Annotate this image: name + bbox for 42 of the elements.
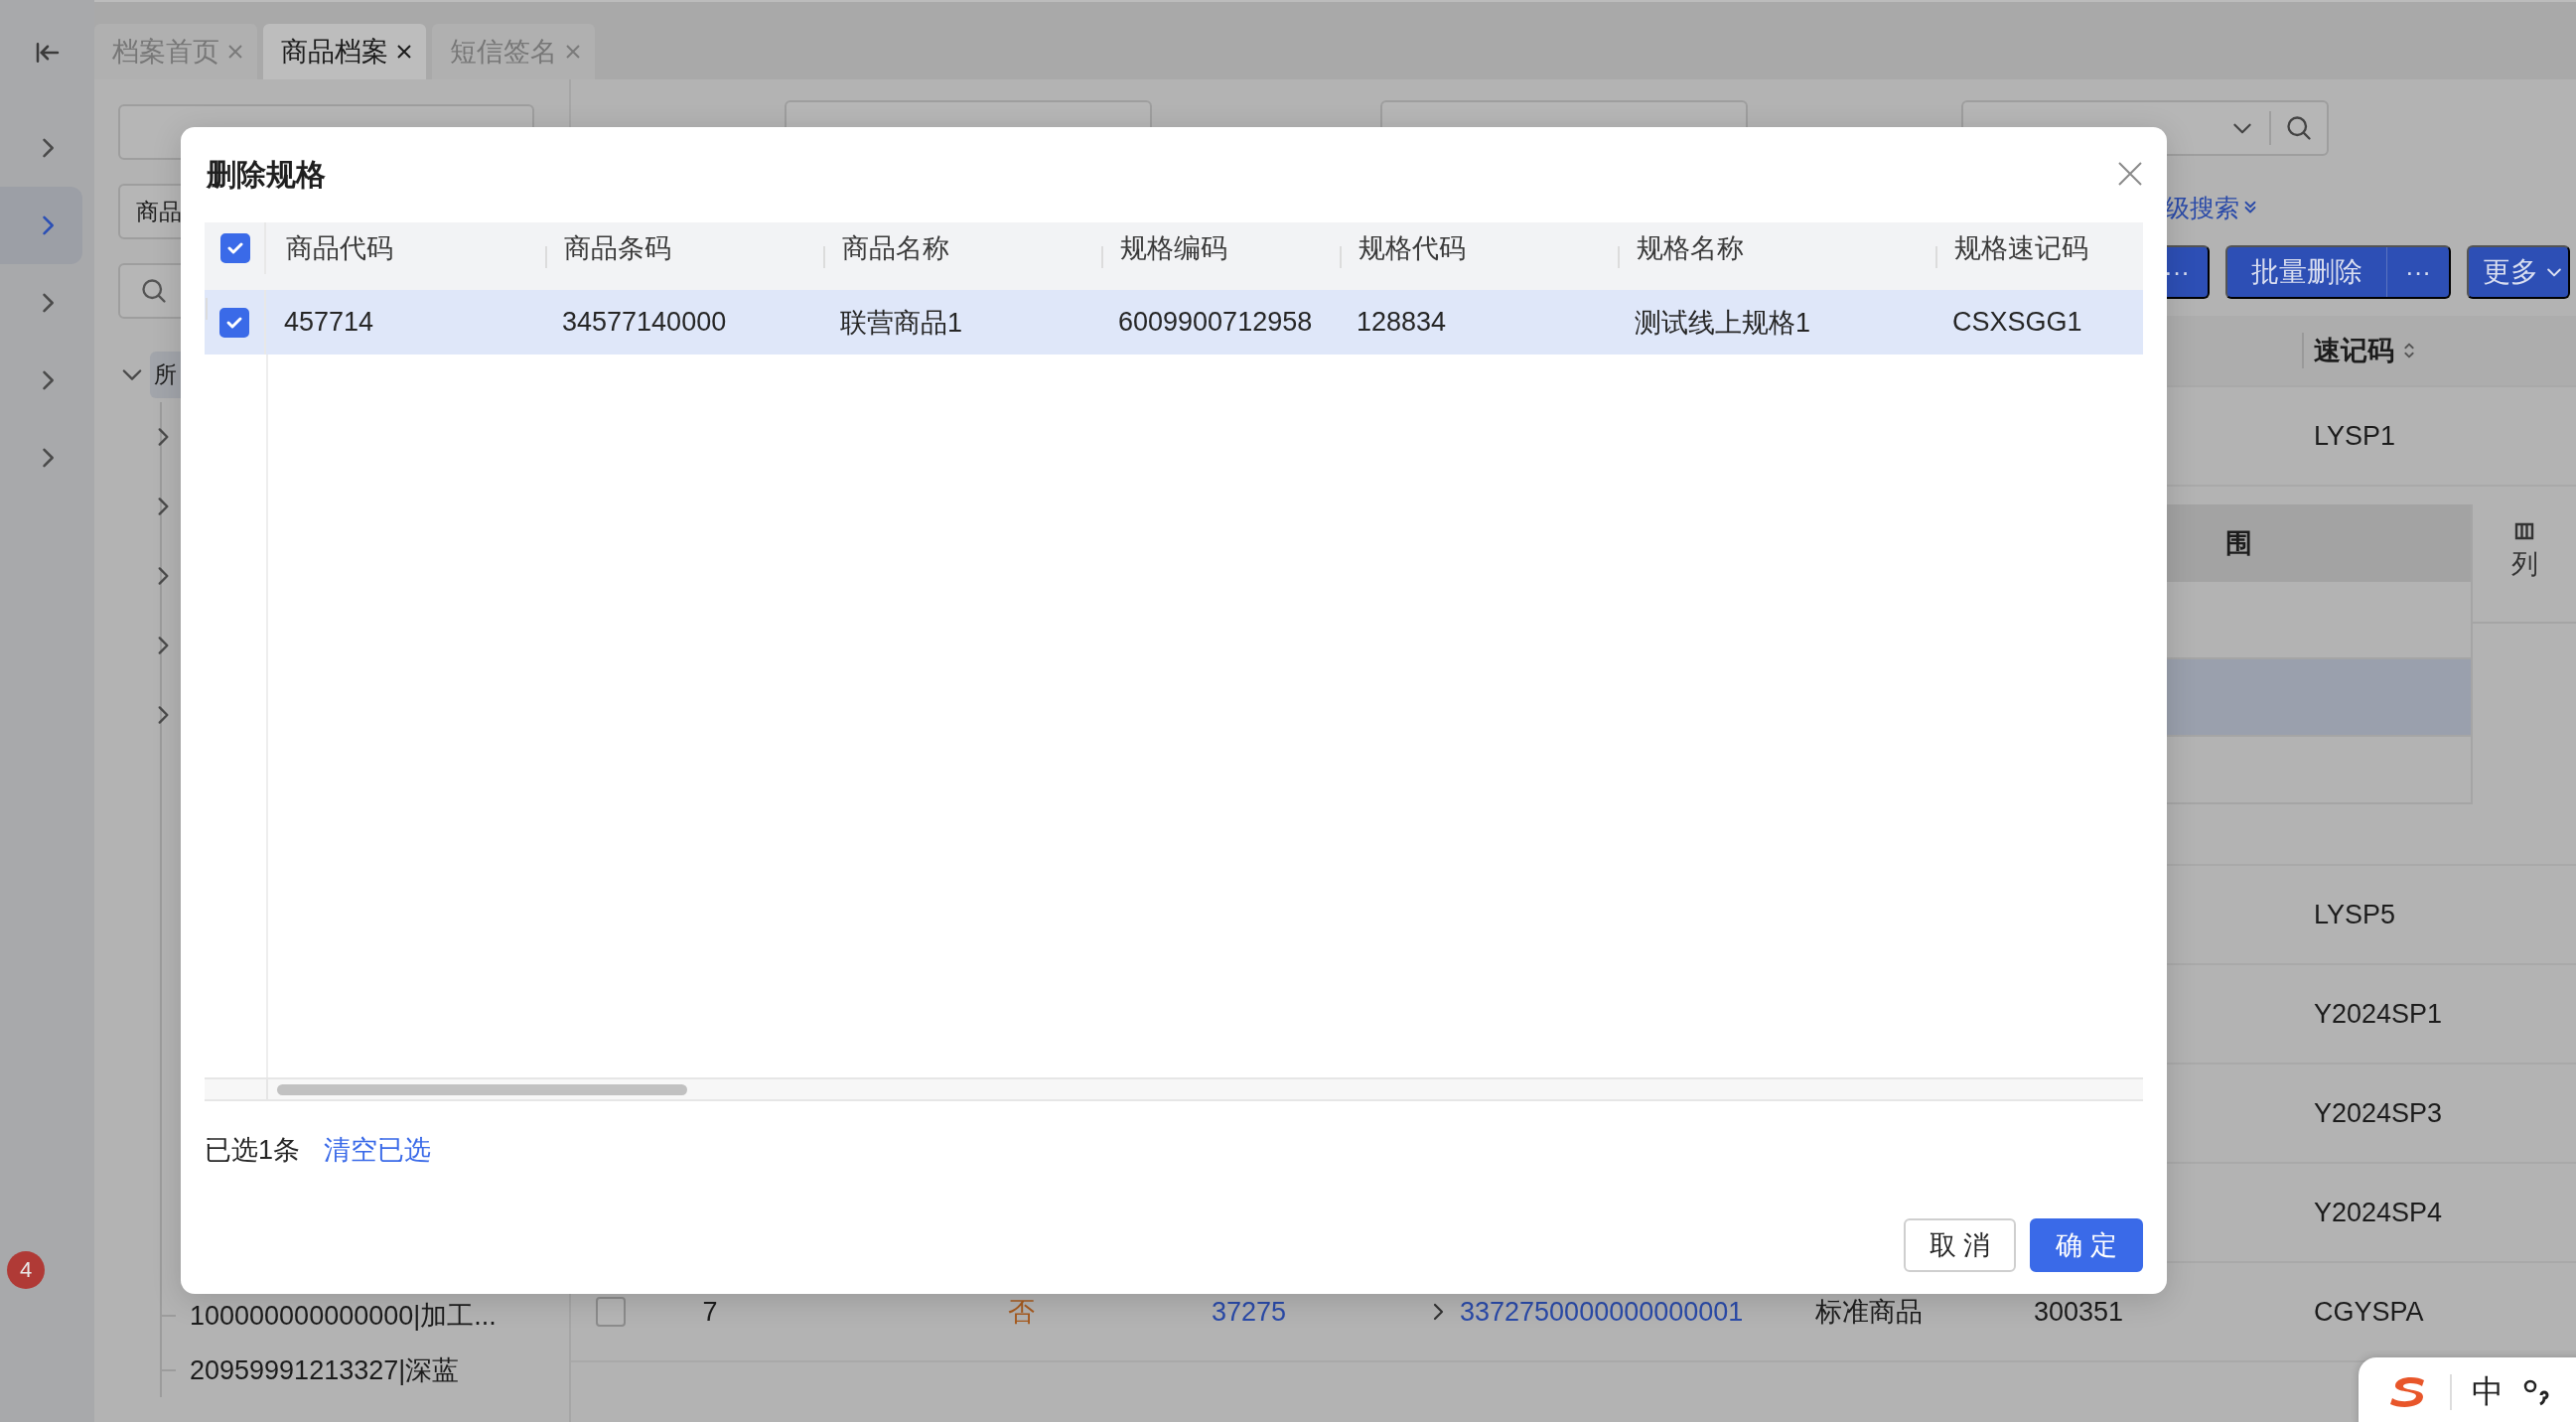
table-cell: Y2024SP3: [2314, 1097, 2443, 1128]
column-header: 围: [2225, 527, 2252, 560]
table-cell: LYSP1: [2314, 420, 2396, 451]
table-cell: 300351: [2034, 1296, 2124, 1327]
tree-item[interactable]: 100000000000000|加工...: [162, 1288, 534, 1343]
table-cell: Y2024SP4: [2314, 1197, 2443, 1227]
column-header: 规格代码: [1339, 222, 1617, 274]
column-header: 规格编码: [1100, 222, 1339, 274]
table-cell-text: 34577140000: [561, 306, 728, 339]
advanced-search-link[interactable]: 级搜索: [2165, 191, 2259, 224]
cancel-button[interactable]: 取 消: [1903, 1218, 2017, 1272]
column-header: 规格速记码: [1934, 222, 2142, 274]
table-cell: 否: [1008, 1297, 1035, 1327]
table-cell: 标准商品: [1815, 1297, 1923, 1327]
table-cell: CGYSPA: [2314, 1296, 2424, 1327]
input-mode[interactable]: 中: [2472, 1370, 2504, 1414]
selection-count: 已选1条: [205, 1134, 301, 1167]
table-cell-text: 128834: [1356, 306, 1448, 339]
code-link[interactable]: 37275: [1212, 1296, 1287, 1327]
more-button[interactable]: 更多: [2467, 245, 2570, 299]
confirm-button[interactable]: 确 定: [2030, 1218, 2143, 1272]
barcode-link[interactable]: 3372750000000000001: [1460, 1296, 1744, 1328]
table-cell-text: 联营商品1: [839, 306, 964, 340]
notification-badge: 4: [7, 1251, 45, 1289]
action-button[interactable]: 批量删除 ···: [2225, 245, 2451, 299]
column-header: 商品代码: [285, 232, 394, 265]
table-cell: LYSP5: [2314, 899, 2396, 929]
table-cell-text: 6009900712958: [1117, 306, 1314, 339]
column-header: 商品名称: [822, 222, 1100, 274]
tree-item[interactable]: 20959991213327|深蓝: [162, 1343, 534, 1397]
dialog-title: 删除规格: [205, 156, 326, 193]
table-cell-text: CSXSGG1: [1951, 306, 2083, 339]
column-header[interactable]: 速记码: [2314, 333, 2394, 368]
tab[interactable]: 商品档案: [263, 24, 426, 79]
table-cell: Y2024SP1: [2314, 998, 2443, 1029]
column-settings-button[interactable]: 列: [2473, 504, 2576, 624]
table-cell-text: 测试线上规格1: [1634, 306, 1812, 340]
clear-selection-link[interactable]: 清空已选: [324, 1132, 432, 1168]
column-header: 规格名称: [1617, 222, 1934, 274]
row-number: 7: [702, 1296, 718, 1327]
column-header: 商品条码: [544, 222, 822, 274]
table-cell-text: 457714: [283, 306, 375, 339]
